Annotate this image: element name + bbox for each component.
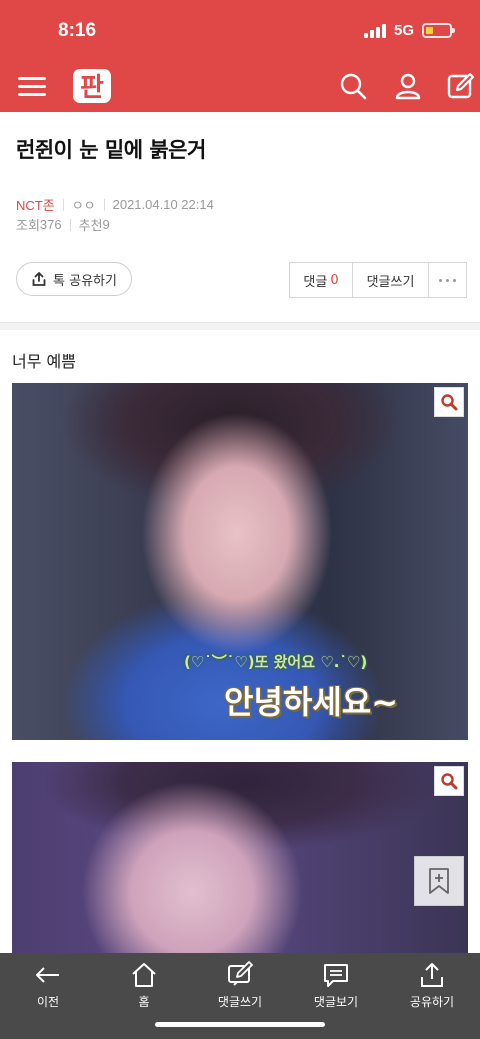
post-body-text: 너무 예쁨 [12,352,76,371]
views-label: 조회 [16,218,40,233]
app-bar: 판 [0,62,480,112]
battery-icon [422,23,455,38]
post-title: 런쥔이 눈 밑에 붉은거 [16,138,206,162]
nav-write-comment[interactable]: 댓글쓰기 [192,961,288,1010]
write-comment-button[interactable]: 댓글쓰기 [352,263,428,297]
zoom-search-icon[interactable] [434,766,464,796]
meta-divider [62,198,64,211]
section-divider [0,322,480,330]
views-count: 376 [39,217,62,232]
kakao-share-button[interactable]: 톡 공유하기 [16,262,132,296]
post-action-group: 댓글 0 댓글쓰기 [289,262,467,298]
status-time: 8:16 [58,20,97,41]
write-comment-label: 댓글쓰기 [366,274,415,290]
meta-divider [69,218,71,231]
recommend-label: 추천 [78,218,103,233]
menu-icon[interactable] [18,74,46,98]
nav-share-label: 공유하기 [409,995,455,1009]
kakao-share-label: 톡 공유하기 [53,273,117,289]
image-caption-small: (♡˙︶˙♡)또 왔어요 ♡.˙♡) [184,653,368,671]
post-image-1[interactable]: (♡˙︶˙♡)또 왔어요 ♡.˙♡) 안녕하세요~ [12,383,468,740]
logo-text: 판 [80,73,104,103]
nav-home-label: 홈 [138,995,150,1009]
user-icon[interactable] [393,71,423,101]
view-comments-icon [324,964,348,987]
board-link[interactable]: NCT존 [16,195,55,214]
home-icon [132,963,156,987]
write-icon[interactable] [446,71,476,101]
nav-back-label: 이전 [36,995,60,1009]
nav-view-comments-label: 댓글보기 [313,995,359,1009]
write-comment-icon [228,961,253,986]
nav-home[interactable]: 홈 [96,961,192,1010]
comments-button[interactable]: 댓글 0 [290,263,352,297]
comments-count: 0 [330,272,339,288]
comments-label: 댓글 [303,274,328,290]
network-label: 5G [393,22,414,39]
home-indicator [155,1022,325,1027]
bookmark-add-icon[interactable] [414,856,464,906]
author-name: ㅇㅇ [71,198,96,213]
pann-logo[interactable]: 판 [72,67,112,105]
nav-write-comment-label: 댓글쓰기 [217,995,263,1009]
zoom-search-icon[interactable] [434,387,464,417]
signal-icon [363,23,386,38]
meta-divider [103,198,105,211]
nav-view-comments[interactable]: 댓글보기 [288,961,384,1010]
post-stats: 조회 376 추천 9 [16,215,110,234]
status-bar: 8:16 5G [0,0,480,62]
post-image-2[interactable] [12,762,468,962]
search-icon[interactable] [338,71,368,101]
nav-share[interactable]: 공유하기 [384,961,480,1010]
image-caption-big: 안녕하세요~ [224,683,399,721]
nav-back[interactable]: 이전 [0,961,96,1010]
post-datetime: 2021.04.10 22:14 [112,197,214,212]
battery-level [426,27,433,34]
recommend-count: 9 [102,217,110,232]
more-icon [439,278,456,282]
back-arrow-icon [36,967,59,983]
more-options-button[interactable] [428,263,466,297]
status-indicators: 5G [363,22,455,39]
post-meta: NCT존 ㅇㅇ 2021.04.10 22:14 [16,195,214,214]
share-icon [421,963,443,987]
share-upload-icon [32,272,46,286]
